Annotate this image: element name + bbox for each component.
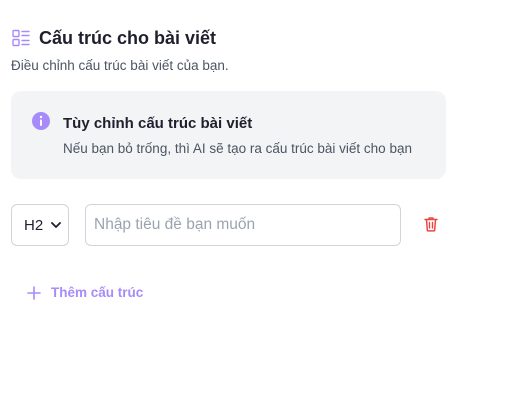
- heading-title-input[interactable]: [85, 204, 401, 246]
- structure-row: H2: [11, 204, 441, 246]
- info-title: Tùy chỉnh cấu trúc bài viết: [63, 115, 253, 132]
- add-structure-button[interactable]: Thêm cấu trúc: [27, 284, 143, 302]
- info-icon: [32, 112, 50, 130]
- heading-level-value: H2: [24, 216, 44, 234]
- trash-icon[interactable]: [422, 215, 440, 233]
- info-description: Nếu bạn bỏ trống, thì AI sẽ tạo ra cấu t…: [63, 141, 412, 156]
- add-structure-label: Thêm cấu trúc: [51, 285, 144, 300]
- list-structure-icon: [12, 29, 30, 47]
- heading-level-select[interactable]: H2: [11, 204, 69, 246]
- plus-icon: [27, 286, 41, 300]
- chevron-down-icon: [51, 222, 61, 228]
- structure-panel: Cấu trúc cho bài viết Điều chỉnh cấu trú…: [0, 0, 529, 400]
- info-callout: Tùy chỉnh cấu trúc bài viết Nếu bạn bỏ t…: [11, 91, 446, 179]
- section-header: Cấu trúc cho bài viết: [12, 26, 216, 50]
- page-subtitle: Điều chỉnh cấu trúc bài viết của bạn.: [11, 58, 229, 73]
- page-title: Cấu trúc cho bài viết: [39, 28, 217, 48]
